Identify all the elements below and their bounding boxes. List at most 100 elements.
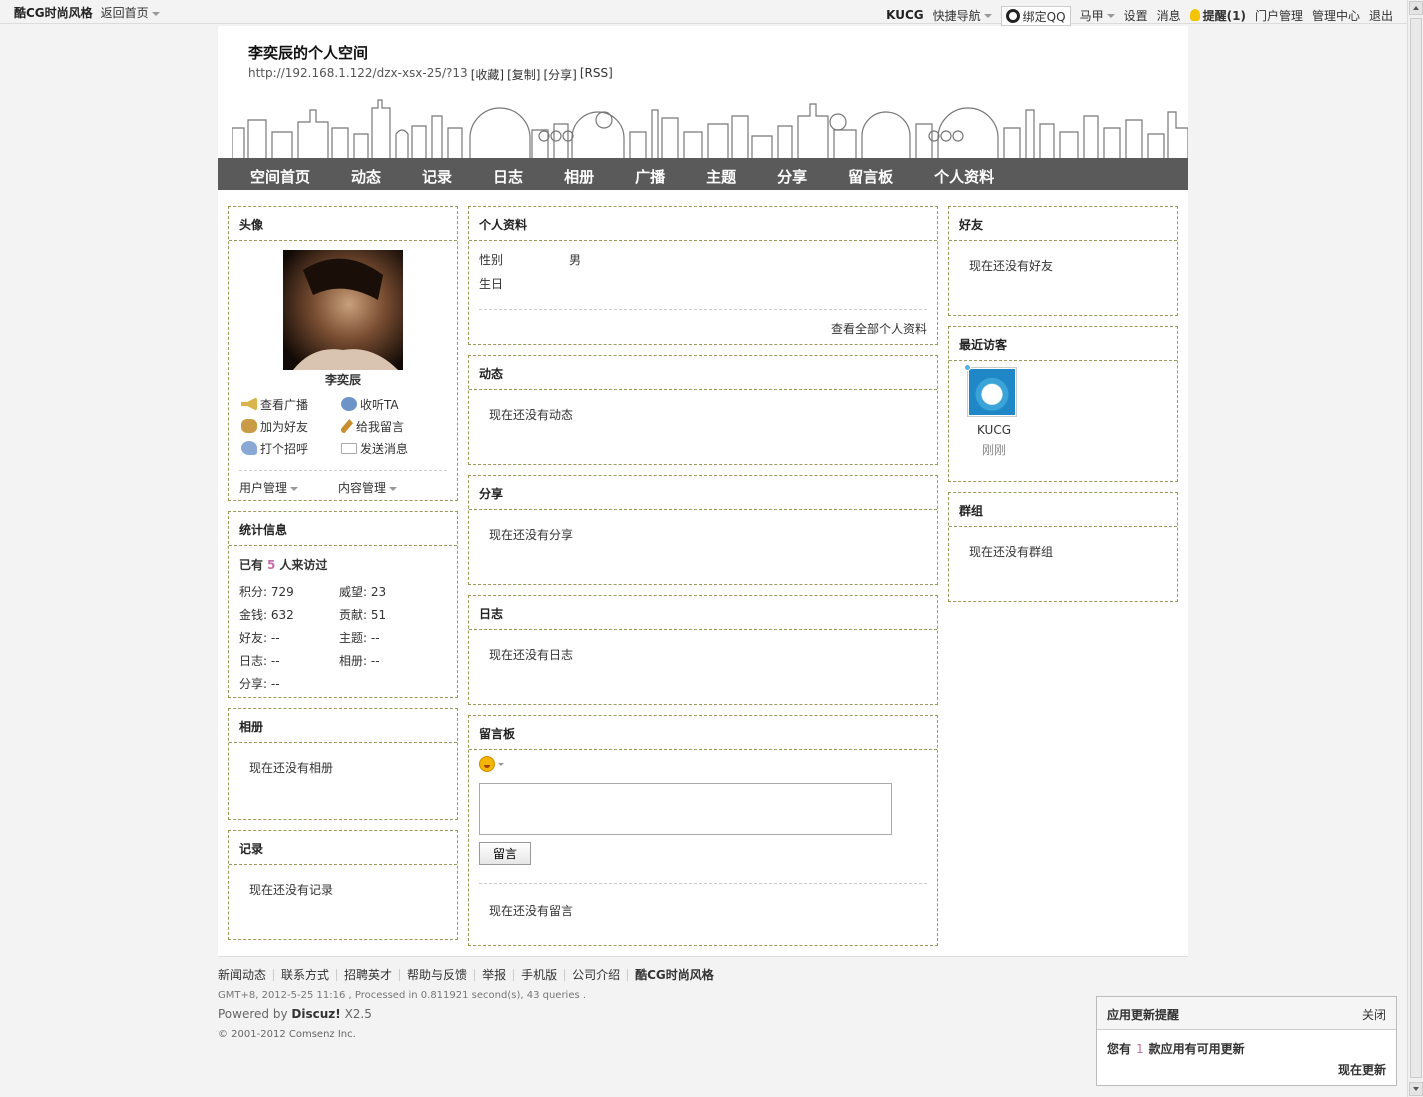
nav-guestbook[interactable]: 留言板 [848,158,893,190]
copy-link[interactable]: [复制] [507,66,540,83]
visits-suffix: 人来访过 [279,558,328,572]
popup-close-button[interactable]: 关闭 [1362,1006,1386,1022]
groups-empty-text: 现在还没有群组 [969,545,1054,559]
avatar-actions: 查看广播 收听TA 加为好友 给我留言 打个招呼 发送消息 [239,396,447,456]
greet-icon [241,441,257,455]
bookmark-link[interactable]: [收藏] [471,66,504,83]
footer-link-contact[interactable]: 联系方式 [273,969,336,981]
footer-link-jobs[interactable]: 招聘英才 [336,969,399,981]
gender-value: 男 [569,252,582,267]
footer-link-about[interactable]: 公司介绍 [564,969,627,981]
blog-empty-text: 现在还没有日志 [489,648,574,662]
bind-qq-button[interactable]: 绑定QQ [1000,6,1071,26]
send-message-action[interactable]: 发送消息 [341,440,441,456]
profile-box-title: 个人资料 [469,207,937,241]
avatar-box-title: 头像 [229,207,457,241]
visits-prefix: 已有 [239,558,264,572]
nav-feed[interactable]: 动态 [351,158,381,190]
guestbook-box: 留言板 留言 现在还没有留言 [468,715,938,946]
footer-brand-link[interactable]: 酷CG时尚风格 [627,969,721,981]
action-label: 查看广播 [260,397,309,412]
remind-link[interactable]: 提醒(1) [1189,7,1246,24]
footer-link-news[interactable]: 新闻动态 [218,969,273,981]
action-label: 加为好友 [260,419,309,434]
back-home-link[interactable]: 返回首页 [101,4,160,21]
nav-share[interactable]: 分享 [777,158,807,190]
avatar[interactable] [283,250,403,370]
footer-links: 新闻动态 联系方式 招聘英才 帮助与反馈 举报 手机版 公司介绍 酷CG时尚风格 [218,969,1188,981]
action-label: 打个招呼 [260,441,309,456]
post-message-button[interactable]: 留言 [479,842,531,865]
add-friend-action[interactable]: 加为好友 [241,418,341,434]
logout-link[interactable]: 退出 [1369,7,1393,24]
quick-nav-label: 快捷导航 [932,8,981,23]
action-label: 给我留言 [356,419,405,434]
user-management-menu[interactable]: 用户管理 [239,479,299,496]
pen-icon [341,419,353,433]
footer-link-help[interactable]: 帮助与反馈 [399,969,474,981]
site-brand[interactable]: 酷CG时尚风格 [14,4,93,21]
footer-link-report[interactable]: 举报 [474,969,513,981]
powered-name-link[interactable]: Discuz! [291,1007,340,1021]
visits-summary: 已有 5 人来访过 [239,556,447,573]
visitor-name[interactable]: KUCG [969,423,1019,437]
messages-link[interactable]: 消息 [1157,7,1181,24]
kucg-link[interactable]: KUCG [886,8,924,22]
powered-prefix: Powered by [218,1007,288,1021]
leave-message-action[interactable]: 给我留言 [341,418,441,434]
footer: 新闻动态 联系方式 招聘英才 帮助与反馈 举报 手机版 公司介绍 酷CG时尚风格… [218,956,1188,1040]
guestbook-textarea[interactable] [479,783,892,835]
popup-msg-suffix: 款应用有可用更新 [1148,1042,1245,1056]
settings-link[interactable]: 设置 [1124,7,1148,24]
profile-box: 个人资料 性别 男 生日 查看全部个人资料 [468,206,938,345]
nav-album[interactable]: 相册 [564,158,594,190]
emoji-picker[interactable] [479,756,504,772]
nav-record[interactable]: 记录 [422,158,452,190]
nav-home[interactable]: 空间首页 [250,158,310,190]
space-url-bar: http://192.168.1.122/dzx-xsx-25/?13 [收藏]… [248,66,613,83]
quick-nav-menu[interactable]: 快捷导航 [933,7,992,24]
popup-title: 应用更新提醒 [1107,1008,1180,1022]
nav-profile[interactable]: 个人资料 [934,158,994,190]
bind-qq-label: 绑定QQ [1022,9,1066,24]
stat-prestige: 威望: 23 [339,585,387,599]
nav-threads[interactable]: 主题 [706,158,736,190]
follow-icon [341,397,357,411]
view-full-profile-link[interactable]: 查看全部个人资料 [831,322,927,336]
scroll-up-icon[interactable] [1409,1,1423,15]
handshake-icon [241,419,257,433]
visitor-item[interactable]: KUCG 刚刚 [949,361,1177,468]
visitor-avatar-image [969,369,1015,415]
chevron-down-icon [290,486,299,491]
user-menu[interactable]: 马甲 [1080,7,1115,24]
share-link[interactable]: [分享] [543,66,576,83]
scroll-thumb[interactable] [1410,18,1422,1078]
back-home-label: 返回首页 [100,6,149,20]
avatar-name[interactable]: 李奕辰 [239,371,447,388]
powered-version: X2.5 [344,1007,372,1021]
portal-admin-link[interactable]: 门户管理 [1255,7,1303,24]
user-management-label: 用户管理 [239,481,288,495]
qq-icon [1005,9,1020,23]
visitor-avatar[interactable] [964,364,1017,417]
feed-box-title: 动态 [469,356,937,390]
friends-empty-text: 现在还没有好友 [969,259,1054,273]
stats-box-title: 统计信息 [229,512,457,546]
nav-broadcast[interactable]: 广播 [635,158,665,190]
page-scrollbar[interactable] [1407,0,1423,1097]
footer-link-mobile[interactable]: 手机版 [513,969,564,981]
footer-debug-info: GMT+8, 2012-5-25 11:16 , Processed in 0.… [218,990,587,1001]
bulb-icon [1189,9,1200,21]
nav-blog[interactable]: 日志 [493,158,523,190]
rss-link[interactable]: [RSS] [580,66,613,83]
avatar-box: 头像 李奕辰 查看广播 收听TA 加为好友 给我留言 打个招呼 发送消息 用户管… [228,206,458,501]
view-broadcast-action[interactable]: 查看广播 [241,396,341,412]
admin-center-link[interactable]: 管理中心 [1312,7,1360,24]
right-column: 好友 现在还没有好友 最近访客 KUCG 刚刚 群组 现在还没有群组 [948,206,1178,612]
update-now-button[interactable]: 现在更新 [1338,1063,1386,1077]
content-management-menu[interactable]: 内容管理 [338,479,398,496]
follow-action[interactable]: 收听TA [341,396,441,412]
scroll-down-icon[interactable] [1409,1082,1423,1096]
say-hello-action[interactable]: 打个招呼 [241,440,341,456]
friends-box: 好友 现在还没有好友 [948,206,1178,316]
